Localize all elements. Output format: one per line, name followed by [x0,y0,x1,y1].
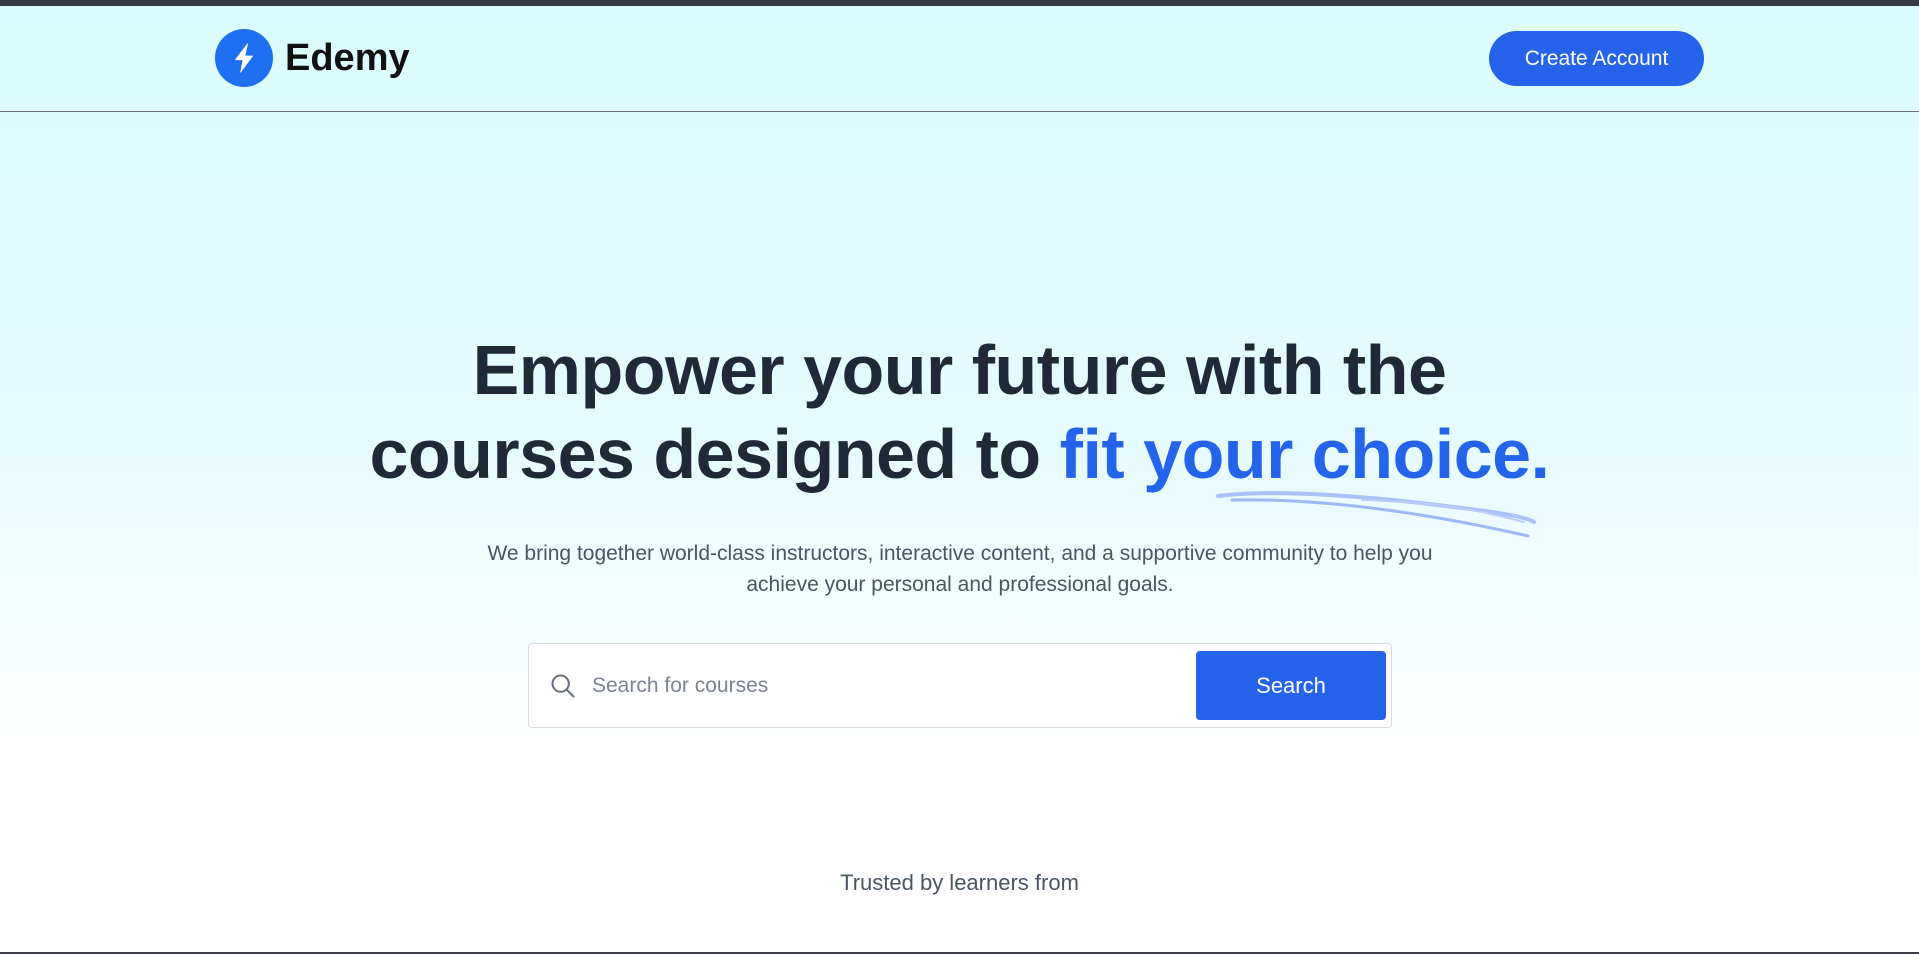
search-icon [551,674,575,698]
underline-squiggle-decoration [1216,491,1536,538]
hero-subtitle: We bring together world-class instructor… [487,542,1433,596]
navbar: Edemy Create Account [0,6,1919,112]
search-input[interactable] [592,664,1192,708]
create-account-button[interactable]: Create Account [1489,31,1704,86]
hero-title-text: courses designed to [369,415,1060,493]
trusted-by-label: Trusted by learners from [840,870,1079,895]
search-bar: Search [528,643,1392,728]
hero-title: Empower your future with the courses des… [0,328,1919,496]
hero-title-line-1: Empower your future with the [472,331,1447,409]
hero-title-accent: fit your choice. [1059,415,1550,493]
hero-title-line-2: courses designed to fit your choice. [0,412,1919,496]
lightning-bolt-icon [215,29,273,87]
brand-name: Edemy [285,36,410,79]
brand-logo-link[interactable]: Edemy [215,29,410,87]
search-button[interactable]: Search [1196,651,1386,720]
